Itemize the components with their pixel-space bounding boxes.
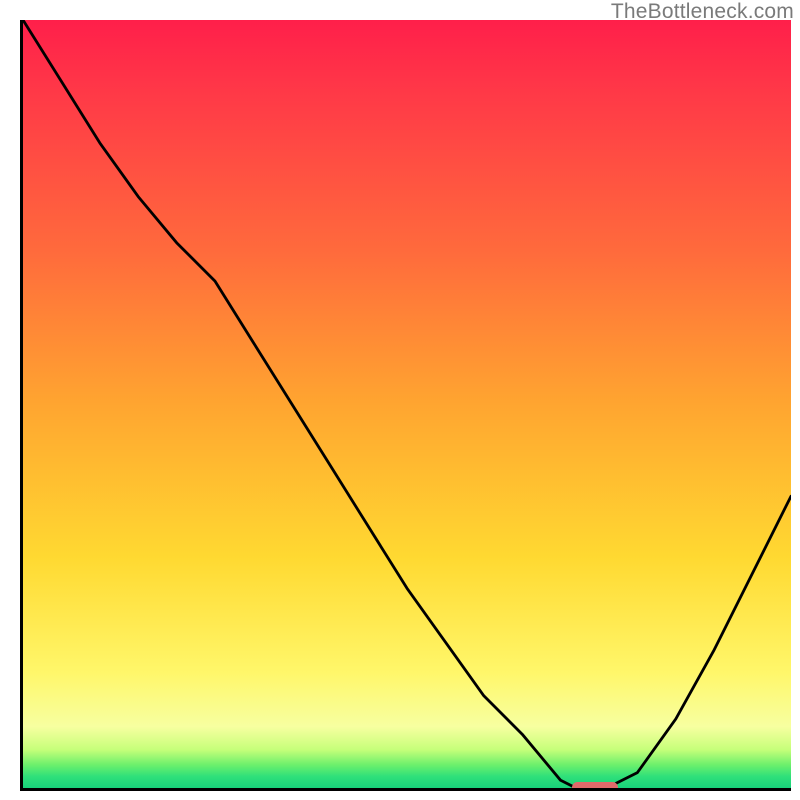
curve-layer <box>23 20 791 788</box>
bottleneck-curve <box>23 20 791 788</box>
optimal-range-marker <box>572 782 618 791</box>
chart-frame: TheBottleneck.com <box>0 0 800 800</box>
plot-area <box>20 20 791 791</box>
